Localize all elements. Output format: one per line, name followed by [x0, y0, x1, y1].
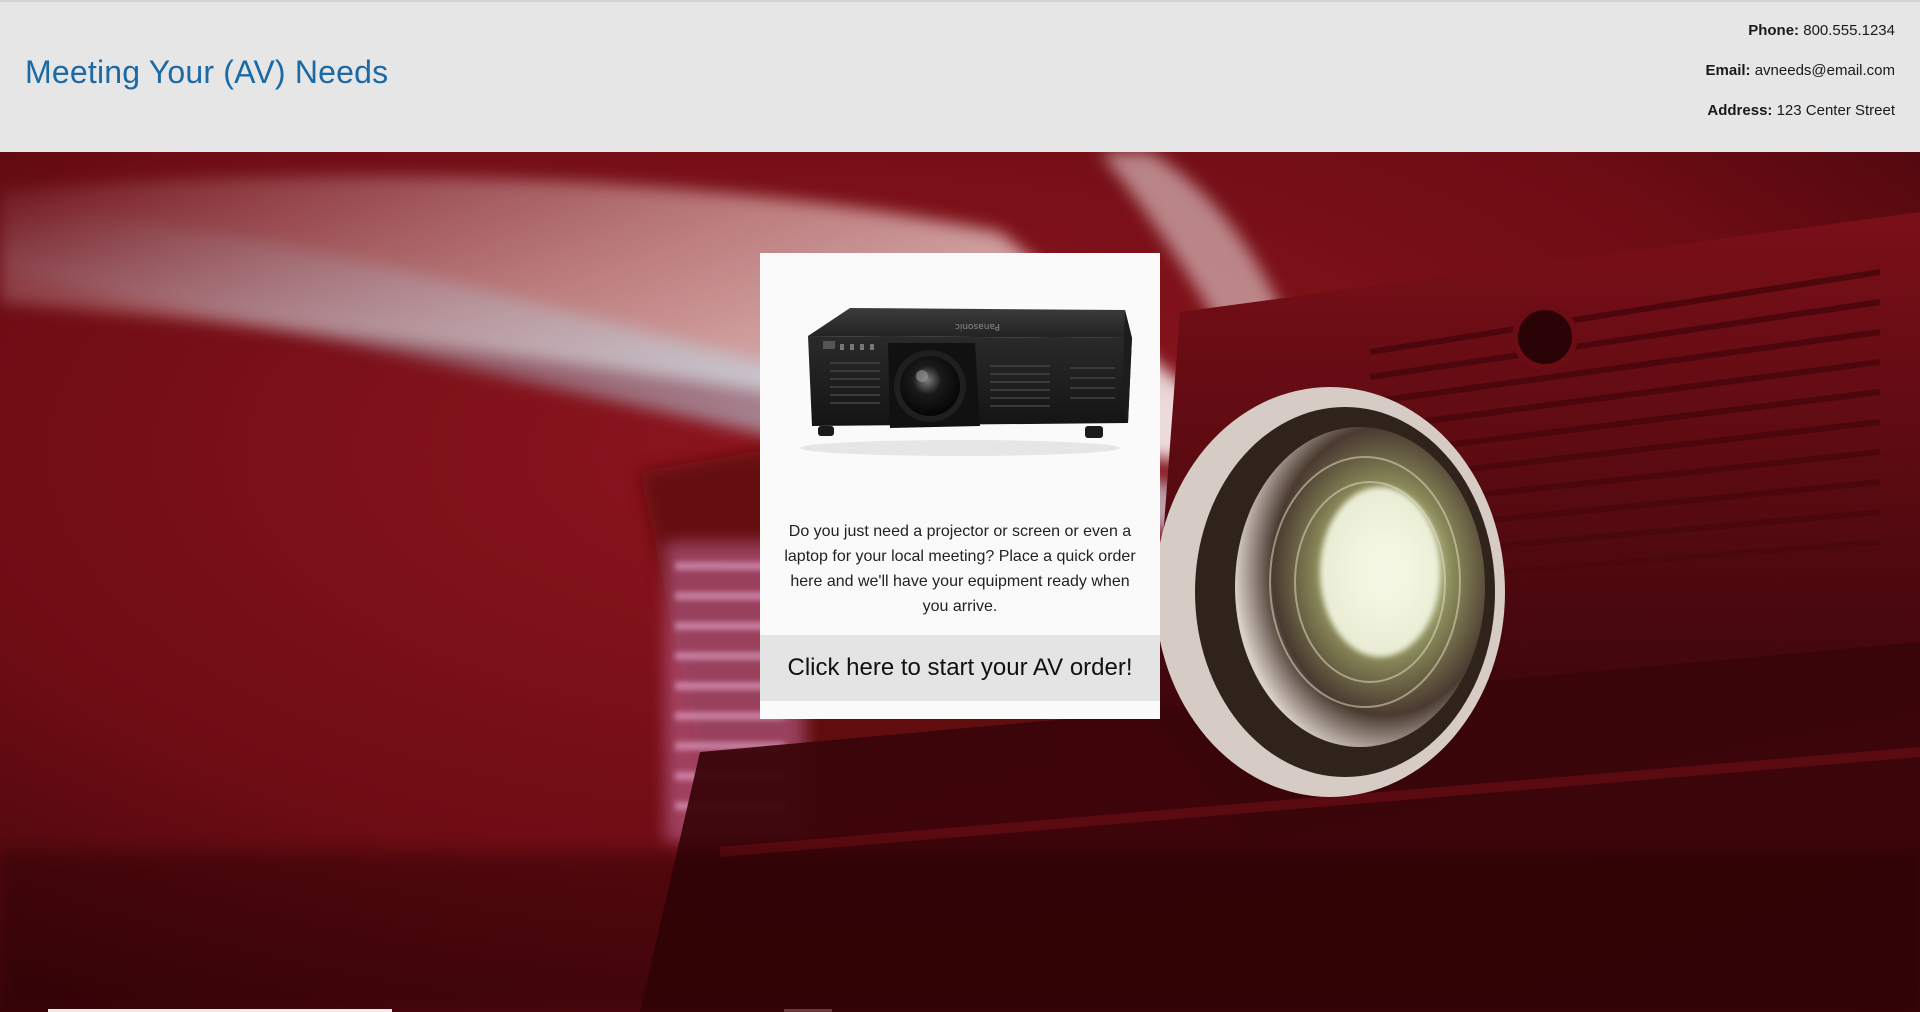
svg-text:Panasonic: Panasonic — [955, 321, 1000, 331]
site-header: Meeting Your (AV) Needs Phone: 800.555.1… — [0, 0, 1920, 152]
contact-address: Address: 123 Center Street — [1706, 101, 1895, 141]
order-card: Panasonic Do you just need a projector o… — [760, 253, 1160, 719]
phone-value: 800.555.1234 — [1803, 22, 1895, 39]
address-label: Address: — [1707, 102, 1773, 119]
start-av-order-button[interactable]: Click here to start your AV order! — [760, 635, 1160, 701]
address-value: 123 Center Street — [1776, 102, 1895, 119]
contact-phone: Phone: 800.555.1234 — [1706, 21, 1895, 61]
contact-email: Email: avneeds@email.com — [1706, 61, 1895, 101]
email-label: Email: — [1705, 62, 1751, 79]
site-title[interactable]: Meeting Your (AV) Needs — [25, 54, 388, 91]
email-value: avneeds@email.com — [1754, 62, 1895, 79]
card-description: Do you just need a projector or screen o… — [784, 523, 1136, 615]
contact-info: Phone: 800.555.1234 Email: avneeds@email… — [1706, 21, 1895, 141]
projector-product-image: Panasonic — [800, 308, 1132, 456]
phone-label: Phone: — [1748, 22, 1800, 39]
